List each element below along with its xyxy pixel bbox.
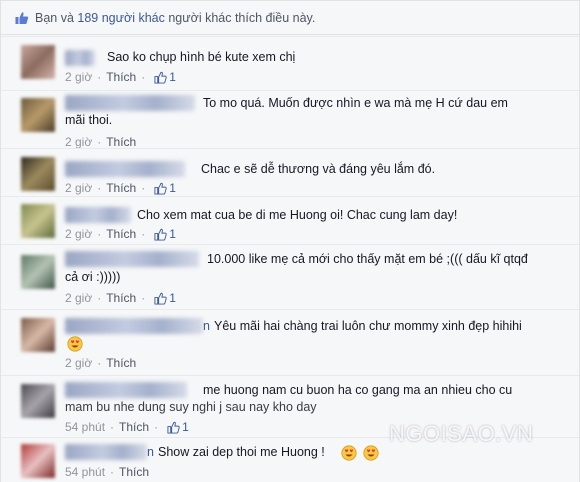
comment-like-count[interactable]: 1 (154, 291, 176, 305)
separator: · (97, 181, 102, 195)
separator: · (141, 70, 146, 84)
heart-eyes-emoji-icon (341, 445, 357, 461)
avatar[interactable] (21, 318, 55, 352)
comment-item: 10.000 like mẹ cả mới cho thấy mặt em bé… (1, 244, 579, 309)
comment-item: To mo quá. Muốn được nhìn e wa mà mẹ H c… (1, 90, 579, 149)
separator: · (110, 420, 115, 434)
comment-item: Cho xem mat cua be di me Huong oi! Chac … (1, 196, 579, 244)
comment-text-line1: To mo quá. Muốn được nhìn e wa mà mẹ H c… (203, 96, 508, 110)
comment-emoji (67, 335, 83, 352)
comment-meta: 54 phút · Thích (65, 465, 149, 479)
like-button[interactable]: Thích (106, 181, 136, 195)
commenter-name[interactable] (65, 382, 187, 398)
like-count-value: 1 (169, 181, 176, 195)
thumbs-up-icon (154, 292, 167, 305)
comment-time[interactable]: 2 giờ (65, 70, 92, 84)
commenter-name[interactable] (65, 444, 147, 460)
comment-time[interactable]: 2 giờ (65, 135, 92, 149)
separator: · (97, 135, 102, 149)
comment-time[interactable]: 2 giờ (65, 356, 92, 370)
avatar[interactable] (21, 444, 55, 478)
like-button[interactable]: Thích (106, 135, 136, 149)
comment-item: n Yêu mãi hai chàng trai luôn chư mommy … (1, 309, 579, 375)
comment-meta: 2 giờ · Thích (65, 135, 136, 149)
comment-time[interactable]: 2 giờ (65, 291, 92, 305)
avatar[interactable] (21, 204, 55, 238)
avatar[interactable] (21, 98, 55, 132)
likes-count-link[interactable]: 189 người khác (77, 11, 164, 25)
avatar[interactable] (21, 255, 55, 289)
avatar[interactable] (21, 157, 55, 191)
comment-item: Chac e sẽ dễ thương và đáng yêu lắm đó. … (1, 148, 579, 196)
thumbs-up-icon (154, 182, 167, 195)
comment-time[interactable]: 54 phút (65, 465, 105, 479)
separator: · (141, 227, 146, 241)
comment-name-tail[interactable]: n (147, 444, 154, 461)
comment-like-count[interactable]: 1 (154, 227, 176, 241)
commenter-name[interactable] (65, 50, 95, 66)
comment-text-line2: mãi thoi. (65, 113, 113, 127)
comment-text-line2: mam bu nhe dung suy nghi j sau nay kho d… (65, 400, 317, 414)
like-button[interactable]: Thích (119, 420, 149, 434)
avatar[interactable] (21, 384, 55, 418)
comment-text: Yêu mãi hai chàng trai luôn chư mommy xi… (214, 319, 522, 333)
comment-name-tail[interactable]: n (203, 318, 210, 335)
likes-summary: Bạn và 189 người khác người khác thích đ… (1, 1, 579, 35)
thumbs-up-icon (167, 421, 180, 434)
avatar[interactable] (21, 45, 55, 79)
thumbs-up-icon (15, 11, 29, 24)
comment-item: Sao ko chụp hình bé kute xem chị 2 giờ · T… (1, 36, 579, 90)
comments-panel: Bạn và 189 người khác người khác thích đ… (0, 0, 580, 482)
comment-text: Sao ko chụp hình bé kute xem chị (107, 50, 296, 64)
comment-meta: 2 giờ · Thích · 1 (65, 227, 176, 241)
commenter-name[interactable] (65, 207, 131, 223)
comment-text: Chac e sẽ dễ thương và đáng yêu lắm đó. (201, 162, 436, 176)
commenter-name[interactable] (65, 95, 195, 111)
like-count-value: 1 (182, 420, 189, 434)
separator: · (141, 291, 146, 305)
commenter-name[interactable] (65, 318, 203, 334)
separator: · (97, 291, 102, 305)
heart-eyes-emoji-icon (363, 445, 380, 461)
separator: · (154, 420, 159, 434)
thumbs-up-icon (154, 71, 167, 84)
like-count-value: 1 (169, 227, 176, 241)
comment-meta: 2 giờ · Thích · 1 (65, 70, 176, 84)
commenter-name[interactable] (65, 251, 199, 267)
comment-like-count[interactable]: 1 (154, 70, 176, 84)
comment-time[interactable]: 54 phút (65, 420, 105, 434)
likes-prefix: Bạn và (35, 10, 74, 25)
comment-text: Show zai dep thoi me Huong ! (158, 445, 325, 459)
separator: · (141, 181, 146, 195)
likes-suffix: người khác thích điều này. (168, 10, 316, 25)
separator: · (97, 356, 102, 370)
comment-text: Cho xem mat cua be di me Huong oi! Chac … (137, 208, 458, 222)
heart-eyes-emoji-icon (67, 336, 83, 352)
like-button[interactable]: Thích (106, 291, 136, 305)
comment-emoji (341, 444, 380, 461)
comment-time[interactable]: 2 giờ (65, 227, 92, 241)
like-count-value: 1 (169, 70, 176, 84)
comment-meta: 2 giờ · Thích · 1 (65, 291, 176, 305)
separator: · (110, 465, 115, 479)
like-button[interactable]: Thích (106, 70, 136, 84)
comment-text-line1: 10.000 like mẹ cả mới cho thấy mặt em bé… (207, 252, 528, 266)
like-count-value: 1 (169, 291, 176, 305)
comment-like-count[interactable]: 1 (154, 181, 176, 195)
like-button[interactable]: Thích (106, 356, 136, 370)
separator: · (97, 227, 102, 241)
comment-meta: 2 giờ · Thích (65, 356, 136, 370)
comment-meta: 2 giờ · Thích · 1 (65, 181, 176, 195)
comment-text-line1: me huong nam cu buon ha co gang ma an nh… (203, 383, 513, 397)
like-button[interactable]: Thích (119, 465, 149, 479)
commenter-name[interactable] (65, 161, 185, 177)
comment-meta: 54 phút · Thích · 1 (65, 420, 189, 434)
separator: · (97, 70, 102, 84)
thumbs-up-icon (154, 228, 167, 241)
comment-text-line2: cả ơi :))))) (65, 270, 121, 284)
watermark: NGOISAO.VN (389, 421, 534, 446)
comment-like-count[interactable]: 1 (167, 420, 189, 434)
like-button[interactable]: Thích (106, 227, 136, 241)
comment-time[interactable]: 2 giờ (65, 181, 92, 195)
